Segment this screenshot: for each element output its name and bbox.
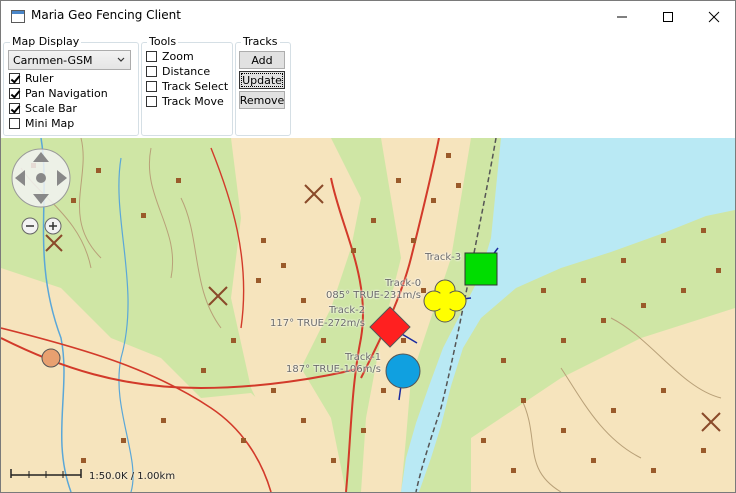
zoom-checkbox[interactable]: Zoom: [146, 50, 194, 63]
checkbox-checked-icon: [9, 73, 20, 84]
track-0-name-label: Track-0: [385, 278, 422, 289]
remove-track-button[interactable]: Remove: [239, 91, 285, 109]
distance-checkbox[interactable]: Distance: [146, 65, 210, 78]
checkbox-unchecked-icon: [146, 96, 157, 107]
add-track-button[interactable]: Add: [239, 51, 285, 69]
minimize-icon: [617, 16, 627, 17]
toolbar: Map Display Tools Tracks: [1, 32, 735, 138]
checkbox-unchecked-icon: [9, 118, 20, 129]
tracks-label: Tracks: [241, 35, 280, 48]
track-move-checkbox[interactable]: Track Move: [146, 95, 224, 108]
track-2-name-label: Track-2: [329, 305, 366, 316]
map-canvas[interactable]: [1, 138, 735, 492]
map-display-label: Map Display: [10, 35, 82, 48]
checkbox-unchecked-icon: [146, 51, 157, 62]
zoom-out-button[interactable]: [21, 217, 39, 235]
mini-map-checkbox-label: Mini Map: [25, 117, 75, 130]
scale-bar-checkbox[interactable]: Scale Bar: [9, 102, 77, 115]
pan-navigation-checkbox-label: Pan Navigation: [25, 87, 108, 100]
track-move-checkbox-label: Track Move: [162, 95, 224, 108]
tools-label: Tools: [147, 35, 179, 48]
map-select-value: Carnmen-GSM: [13, 54, 93, 67]
track-select-checkbox-label: Track Select: [162, 80, 229, 93]
maximize-icon: [663, 11, 673, 22]
track-1-info-label: 187° TRUE-106m/s: [286, 364, 381, 375]
track-select-checkbox[interactable]: Track Select: [146, 80, 228, 93]
square-icon[interactable]: [464, 252, 498, 286]
maximize-button[interactable]: [645, 1, 691, 32]
track-2-info-label: 117° TRUE-272m/s: [270, 318, 365, 329]
checkbox-checked-icon: [9, 88, 20, 99]
checkbox-checked-icon: [9, 103, 20, 114]
update-track-button[interactable]: Update: [239, 71, 285, 89]
track-3-symbol[interactable]: [464, 247, 499, 286]
track-0-info-label: 085° TRUE-231m/s: [326, 290, 421, 301]
pan-center-icon[interactable]: [36, 173, 46, 183]
chevron-down-icon: [117, 57, 125, 62]
window-title: Maria Geo Fencing Client: [31, 8, 181, 22]
minimize-button[interactable]: [599, 1, 645, 32]
track-3-name-label: Track-3: [425, 252, 462, 263]
checkbox-unchecked-icon: [146, 81, 157, 92]
pan-navigation-checkbox[interactable]: Pan Navigation: [9, 87, 108, 100]
app-window-icon: [11, 10, 25, 23]
title-bar[interactable]: Maria Geo Fencing Client: [1, 1, 735, 32]
scale-bar-checkbox-label: Scale Bar: [25, 102, 77, 115]
distance-checkbox-label: Distance: [162, 65, 211, 78]
track-1-name-label: Track-1: [345, 352, 382, 363]
checkbox-unchecked-icon: [146, 66, 157, 77]
pan-navigation-control[interactable]: [11, 148, 71, 208]
scale-bar-label: 1:50.0K / 1.00km: [89, 471, 176, 482]
ruler-checkbox-label: Ruler: [25, 72, 54, 85]
mini-map-checkbox[interactable]: Mini Map: [9, 117, 74, 130]
circle-icon[interactable]: [385, 353, 421, 389]
close-button[interactable]: [691, 1, 735, 32]
map-select-dropdown[interactable]: Carnmen-GSM: [8, 50, 131, 70]
ruler-checkbox[interactable]: Ruler: [9, 72, 53, 85]
location-marker[interactable]: [41, 348, 61, 368]
zoom-in-button[interactable]: [44, 217, 62, 235]
close-icon: [708, 11, 720, 22]
app-window: Maria Geo Fencing Client Map Display Too…: [0, 0, 736, 493]
quatrefoil-center: [436, 292, 454, 310]
zoom-checkbox-label: Zoom: [162, 50, 194, 63]
map-view[interactable]: Track-3 Track-0 085° TRUE-231m/s Track-2…: [1, 138, 735, 492]
